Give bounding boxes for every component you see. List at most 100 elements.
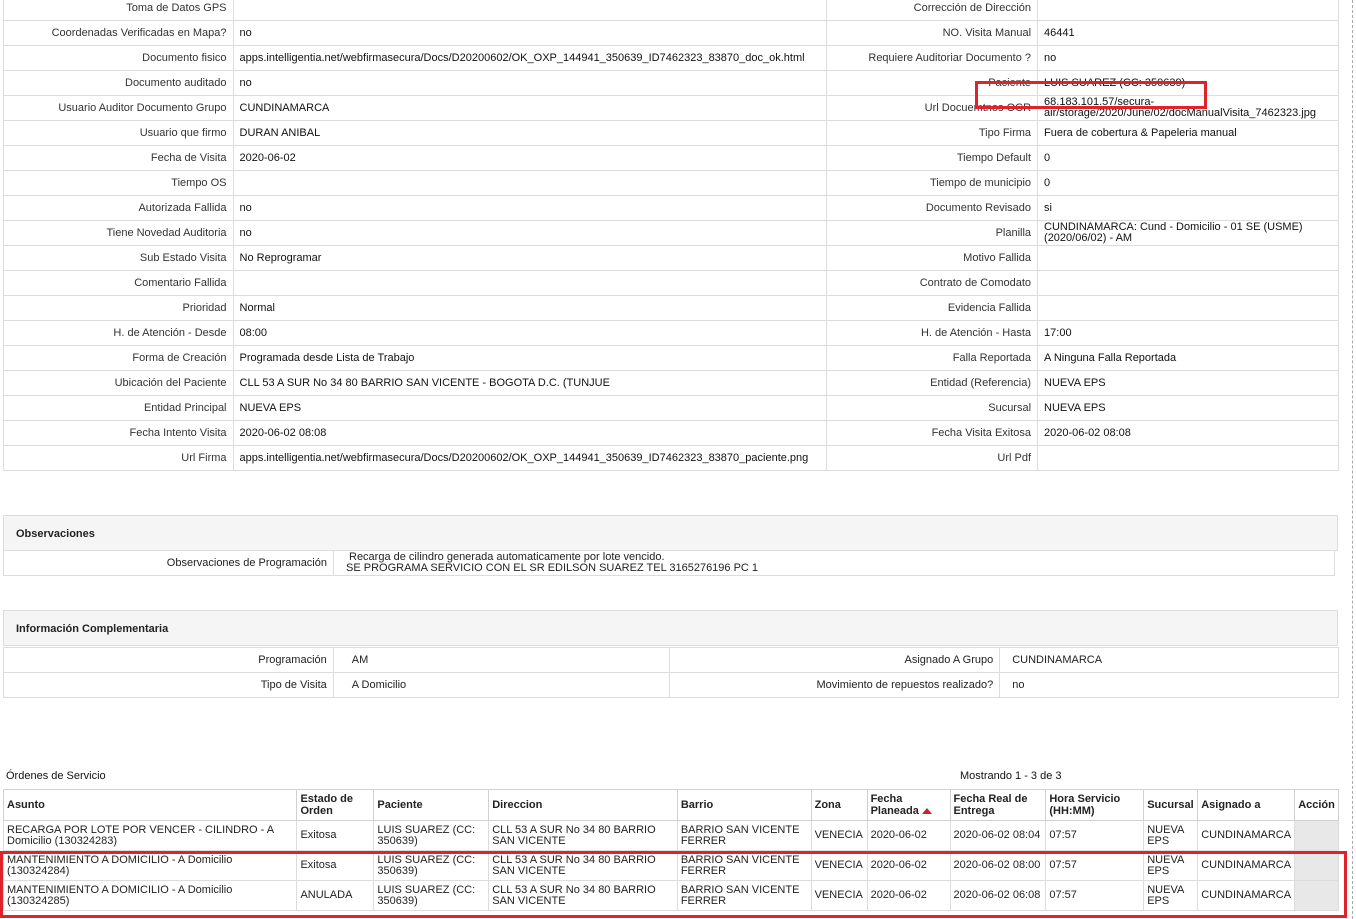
column-header-label: Asignado a bbox=[1201, 799, 1261, 811]
order-cell: VENECIA bbox=[810, 820, 868, 851]
info-complementaria-header: Información Complementaria bbox=[3, 610, 1338, 646]
info-value: no bbox=[999, 672, 1339, 698]
detail-label: Url Docuemtnos OCR bbox=[826, 95, 1039, 121]
order-row[interactable]: MANTENIMIENTO A DOMICILIO - A Domicilio … bbox=[2, 880, 1339, 911]
orders-column-header[interactable]: Fecha Planeada bbox=[866, 789, 951, 821]
order-row[interactable]: MANTENIMIENTO A DOMICILIO - A Domicilio … bbox=[2, 850, 1339, 881]
detail-row: Usuario que firmo DURAN ANIBAL Tipo Firma F… bbox=[3, 120, 1339, 146]
detail-value: 2020-06-02 08:08 bbox=[1037, 420, 1339, 446]
order-cell: ANULADA bbox=[296, 880, 375, 911]
info-label: Movimiento de repuestos realizado? bbox=[669, 672, 1001, 698]
order-cell: VENECIA bbox=[810, 880, 868, 911]
info-row: Programación AM Asignado A Grupo CUNDINAMAR… bbox=[3, 647, 1339, 673]
column-header-label: Asunto bbox=[7, 799, 45, 811]
detail-row: Forma de Creación Programada desde Lista … bbox=[3, 345, 1339, 371]
order-cell: NUEVA EPS bbox=[1143, 820, 1199, 851]
page-scrollbar[interactable] bbox=[1352, 0, 1353, 919]
info-value: AM bbox=[332, 647, 671, 673]
detail-label: Fecha de Visita bbox=[3, 145, 234, 171]
info-value: CUNDINAMARCA bbox=[999, 647, 1339, 673]
orders-column-header[interactable]: Asunto bbox=[2, 789, 298, 821]
order-cell: Exitosa bbox=[296, 820, 375, 851]
order-cell: 2020-06-02 08:04 bbox=[949, 820, 1047, 851]
orders-count: Mostrando 1 - 3 de 3 bbox=[960, 770, 1062, 782]
detail-row: Coordenadas Verificadas en Mapa? no NO. Vi… bbox=[3, 20, 1339, 46]
order-action-cell[interactable] bbox=[1294, 850, 1339, 881]
detail-label: Sucursal bbox=[826, 395, 1039, 421]
order-cell: NUEVA EPS bbox=[1143, 850, 1199, 881]
detail-value: Fuera de cobertura & Papeleria manual bbox=[1037, 120, 1339, 146]
detail-row: Comentario Fallida Contrato de Comodato bbox=[3, 270, 1339, 296]
detail-value: NUEVA EPS bbox=[232, 395, 828, 421]
order-cell: MANTENIMIENTO A DOMICILIO - A Domicilio … bbox=[2, 880, 298, 911]
column-header-label: Direccion bbox=[492, 799, 543, 811]
detail-label: Tiempo Default bbox=[826, 145, 1039, 171]
order-cell: CLL 53 A SUR No 34 80 BARRIO SAN VICENTE bbox=[488, 850, 678, 881]
column-header-label: Zona bbox=[814, 799, 841, 811]
detail-value: CUNDINAMARCA bbox=[232, 95, 828, 121]
detail-label: Autorizada Fallida bbox=[3, 195, 234, 221]
detail-value: 0 bbox=[1037, 145, 1339, 171]
order-cell: 2020-06-02 bbox=[866, 850, 951, 881]
order-cell: VENECIA bbox=[810, 850, 868, 881]
orders-column-header[interactable]: Barrio bbox=[676, 789, 812, 821]
orders-column-header[interactable]: Direccion bbox=[488, 789, 678, 821]
detail-value: no bbox=[232, 195, 828, 221]
detail-label: Forma de Creación bbox=[3, 345, 234, 371]
orders-column-header[interactable]: Asignado a bbox=[1197, 789, 1296, 821]
order-cell: 2020-06-02 06:08 bbox=[949, 880, 1047, 911]
detail-value bbox=[1037, 295, 1339, 321]
sort-ascending-icon[interactable] bbox=[921, 808, 932, 815]
orders-column-header[interactable]: Hora Servicio (HH:MM) bbox=[1045, 789, 1145, 821]
detail-label: Coordenadas Verificadas en Mapa? bbox=[3, 20, 234, 46]
detail-value: 0 bbox=[1037, 170, 1339, 196]
order-row[interactable]: RECARGA POR LOTE POR VENCER - CILINDRO -… bbox=[2, 820, 1339, 851]
detail-value: 2020-06-02 bbox=[232, 145, 828, 171]
detail-row: Usuario Auditor Documento Grupo CUNDINAMA… bbox=[3, 95, 1339, 121]
order-cell: MANTENIMIENTO A DOMICILIO - A Domicilio … bbox=[2, 850, 298, 881]
visit-detail-table: Toma de Datos GPS Corrección de Dirección… bbox=[3, 0, 1339, 471]
detail-label: Evidencia Fallida bbox=[826, 295, 1039, 321]
orders-column-header[interactable]: Estado de Orden bbox=[296, 789, 375, 821]
order-cell: CLL 53 A SUR No 34 80 BARRIO SAN VICENTE bbox=[488, 880, 678, 911]
order-action-cell[interactable] bbox=[1294, 880, 1339, 911]
detail-value: 46441 bbox=[1037, 20, 1339, 46]
orders-column-header[interactable]: Acción bbox=[1294, 789, 1339, 821]
detail-value bbox=[1037, 270, 1339, 296]
column-header-label: Acción bbox=[1298, 799, 1335, 811]
detail-value bbox=[232, 170, 828, 196]
detail-row: Prioridad Normal Evidencia Fallida bbox=[3, 295, 1339, 321]
observaciones-value: Recarga de cilindro generada automaticam… bbox=[333, 550, 1335, 576]
detail-label: Url Pdf bbox=[826, 445, 1039, 471]
order-cell: RECARGA POR LOTE POR VENCER - CILINDRO -… bbox=[2, 820, 298, 851]
column-header-label: Fecha Real de Entrega bbox=[953, 793, 1028, 817]
order-cell: 2020-06-02 bbox=[866, 880, 951, 911]
observaciones-row: Observaciones de Programación Recarga de… bbox=[3, 550, 1335, 576]
order-cell: NUEVA EPS bbox=[1143, 880, 1199, 911]
detail-value: Normal bbox=[232, 295, 828, 321]
detail-label: Entidad Principal bbox=[3, 395, 234, 421]
orders-column-header[interactable]: Fecha Real de Entrega bbox=[949, 789, 1047, 821]
order-cell: 07:57 bbox=[1045, 820, 1145, 851]
column-header-label: Fecha Planeada bbox=[870, 793, 919, 817]
detail-value: DURAN ANIBAL bbox=[232, 120, 828, 146]
detail-label: NO. Visita Manual bbox=[826, 20, 1039, 46]
detail-value: NUEVA EPS bbox=[1037, 395, 1339, 421]
orders-column-header[interactable]: Zona bbox=[810, 789, 868, 821]
orders-column-header[interactable]: Sucursal bbox=[1143, 789, 1199, 821]
orders-title: Órdenes de Servicio bbox=[6, 770, 106, 782]
order-action-cell[interactable] bbox=[1294, 820, 1339, 851]
order-cell: BARRIO SAN VICENTE FERRER bbox=[676, 850, 812, 881]
detail-label: Paciente bbox=[826, 70, 1039, 96]
orders-header-row: Asunto Estado de Orden Paciente Direccion Ba… bbox=[2, 789, 1339, 821]
detail-label: Comentario Fallida bbox=[3, 270, 234, 296]
detail-row: Tiene Novedad Auditoria no Planilla CUNDINA… bbox=[3, 220, 1339, 246]
detail-value: apps.intelligentia.net/webfirmasecura/Do… bbox=[232, 445, 828, 471]
detail-value: si bbox=[1037, 195, 1339, 221]
orders-column-header[interactable]: Paciente bbox=[373, 789, 490, 821]
detail-row: Toma de Datos GPS Corrección de Dirección bbox=[3, 0, 1339, 21]
column-header-label: Sucursal bbox=[1147, 799, 1194, 811]
detail-row: Documento fisico apps.intelligentia.net/w… bbox=[3, 45, 1339, 71]
info-row: Tipo de Visita A Domicilio Movimiento de r… bbox=[3, 672, 1339, 698]
detail-label: Toma de Datos GPS bbox=[3, 0, 234, 21]
